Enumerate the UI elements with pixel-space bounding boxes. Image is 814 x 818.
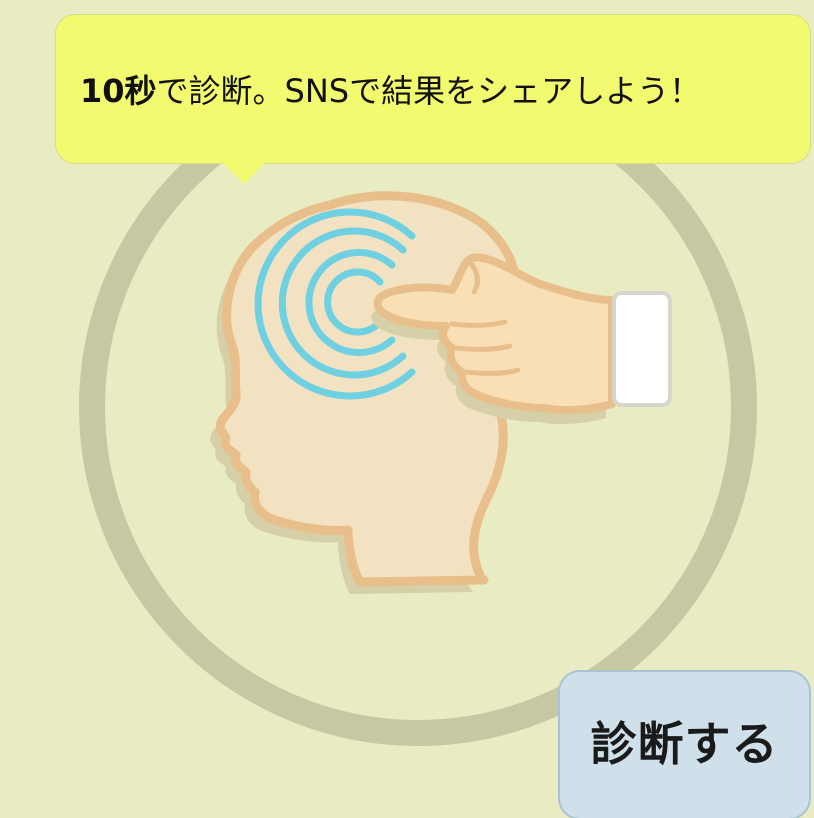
sleeve-cuff bbox=[612, 291, 672, 407]
diagnose-button[interactable]: 診断する bbox=[558, 670, 811, 818]
app-screen: 10秒で診断。SNSで結果をシェアしよう！ 診断する bbox=[0, 0, 814, 818]
bubble-text: で診断。SNSで結果をシェアしよう！ bbox=[156, 72, 702, 110]
speech-bubble-tail bbox=[208, 148, 280, 184]
bubble-highlight: 10秒 bbox=[80, 72, 157, 110]
diagnose-button-label: 診断する bbox=[590, 717, 779, 771]
speech-bubble: 10秒で診断。SNSで結果をシェアしよう！ bbox=[55, 14, 811, 164]
bubble-message: 10秒で診断。SNSで結果をシェアしよう！ bbox=[80, 66, 701, 112]
head-thinking-icon bbox=[210, 191, 672, 594]
